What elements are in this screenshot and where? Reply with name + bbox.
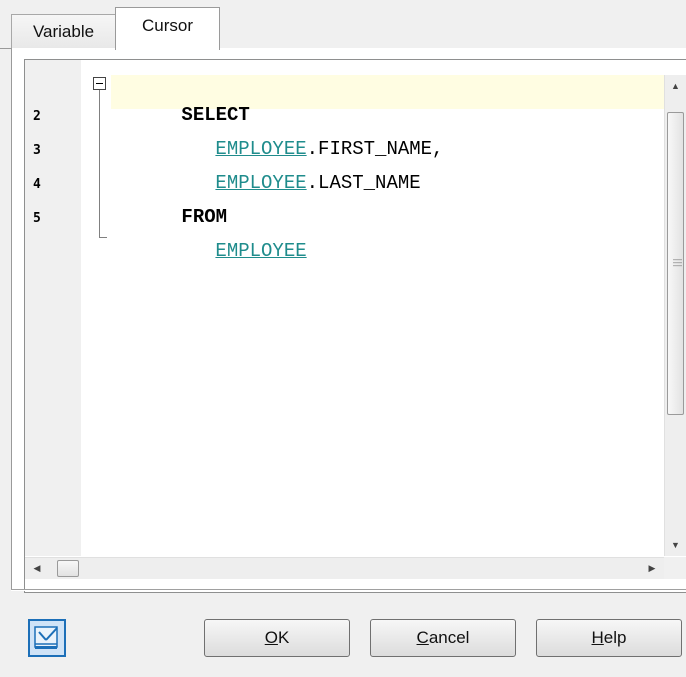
query-builder-button[interactable] xyxy=(28,619,66,657)
line-number: 5 xyxy=(33,211,41,226)
vertical-scrollbar[interactable]: ▲ — — — ▼ xyxy=(664,75,686,556)
fold-guide-end xyxy=(99,237,107,238)
tab-panel-cursor: 2 3 4 5 SELECT EMPLOYEE.FIRST_NAME, EMPL… xyxy=(11,48,686,593)
line-number-gutter xyxy=(25,60,81,556)
line-number: 2 xyxy=(33,109,41,124)
ok-button[interactable]: OK xyxy=(204,619,350,657)
dialog-divider xyxy=(11,589,686,591)
query-builder-icon xyxy=(34,626,58,649)
scrollbar-corner xyxy=(664,557,686,579)
line-number: 3 xyxy=(33,143,41,158)
ok-accel-letter: O xyxy=(264,628,278,647)
ok-label-rest: K xyxy=(277,628,290,647)
cancel-accel-letter: C xyxy=(416,628,429,647)
horizontal-scrollbar[interactable]: ◀ ▶ xyxy=(25,557,664,579)
table-link[interactable]: EMPLOYEE xyxy=(215,172,306,194)
help-button[interactable]: Help xyxy=(536,619,682,657)
table-link[interactable]: EMPLOYEE xyxy=(215,240,306,262)
code-line-5: EMPLOYEE xyxy=(147,218,306,284)
scroll-up-arrow-icon[interactable]: ▲ xyxy=(665,75,686,97)
code-text: .LAST_NAME xyxy=(306,172,421,194)
collapse-fold-icon[interactable] xyxy=(93,77,106,90)
cancel-button[interactable]: Cancel xyxy=(370,619,516,657)
tab-variable[interactable]: Variable xyxy=(11,14,116,49)
tab-cursor[interactable]: Cursor xyxy=(115,7,220,50)
line-number: 4 xyxy=(33,177,41,192)
sql-editor[interactable]: 2 3 4 5 SELECT EMPLOYEE.FIRST_NAME, EMPL… xyxy=(24,59,686,593)
help-label-rest: elp xyxy=(603,628,627,647)
vertical-scroll-thumb[interactable]: — — — xyxy=(667,112,684,415)
grip-icon: — — — xyxy=(673,254,682,270)
scroll-right-arrow-icon[interactable]: ▶ xyxy=(640,558,664,579)
horizontal-scroll-thumb[interactable] xyxy=(57,560,79,577)
tab-bar: Variable Cursor xyxy=(0,0,686,50)
fold-guide-line xyxy=(99,90,100,237)
help-accel-letter: H xyxy=(591,628,604,647)
cancel-label-rest: ancel xyxy=(428,628,470,647)
scroll-down-arrow-icon[interactable]: ▼ xyxy=(665,534,686,556)
scroll-left-arrow-icon[interactable]: ◀ xyxy=(25,558,49,579)
